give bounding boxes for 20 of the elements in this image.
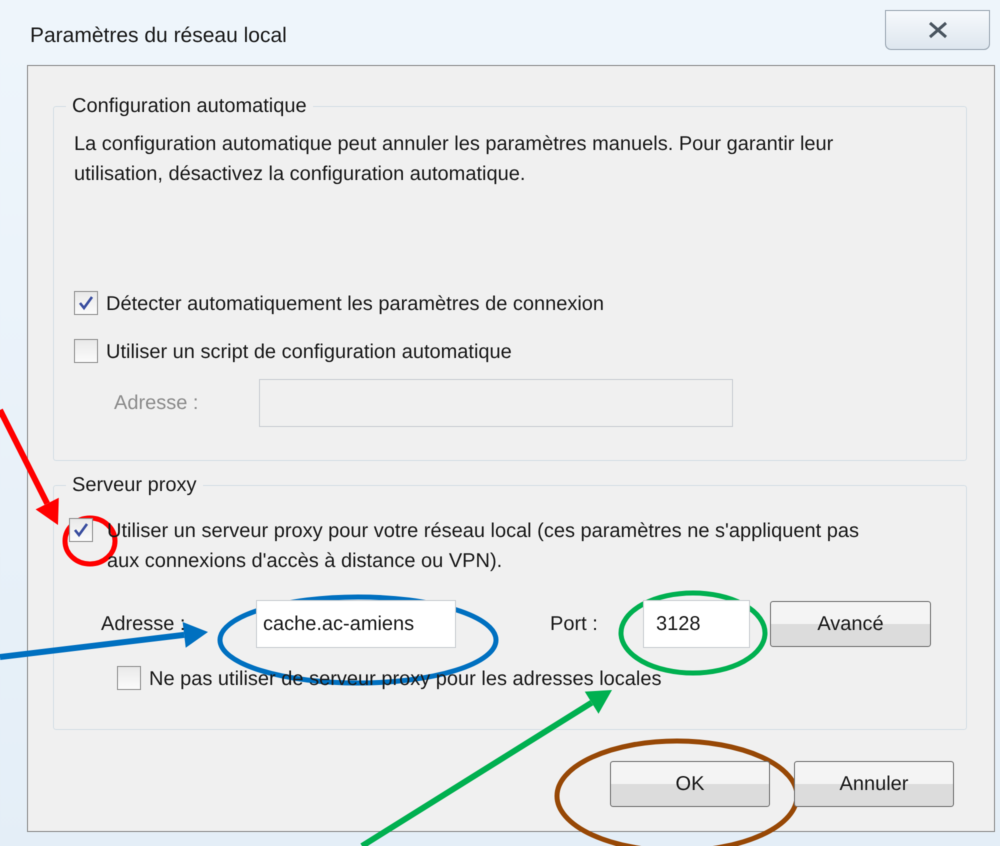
- close-icon: [926, 21, 948, 39]
- checkbox[interactable]: [74, 339, 98, 363]
- checkmark-icon: [78, 295, 94, 311]
- advanced-button[interactable]: Avancé: [770, 601, 931, 647]
- field-label: Adresse :: [114, 391, 200, 416]
- checkbox[interactable]: [117, 666, 141, 690]
- close-button[interactable]: [885, 10, 990, 50]
- checkmark-icon: [73, 522, 89, 538]
- checkbox[interactable]: [69, 518, 93, 542]
- description-text: La configuration automatique peut annuler les paramètres manuels. Pour garantir leur utilisation, désactivez la configuration automatique.: [74, 132, 834, 187]
- field-label: Port :: [550, 612, 599, 637]
- address-field[interactable]: cache.ac-amiens: [256, 600, 456, 648]
- checkbox-label: Utiliser un script de configuration automatique: [106, 340, 512, 365]
- window-title: Paramètres du réseau local: [30, 23, 287, 49]
- checkbox-label: Détecter automatiquement les paramètres de connexion: [106, 292, 604, 317]
- dialog-button[interactable]: OK: [610, 761, 770, 807]
- dialog-button[interactable]: Annuler: [794, 761, 954, 807]
- checkbox[interactable]: [74, 291, 98, 315]
- port-field[interactable]: 3128: [643, 600, 750, 648]
- field-label: Adresse :: [101, 612, 186, 637]
